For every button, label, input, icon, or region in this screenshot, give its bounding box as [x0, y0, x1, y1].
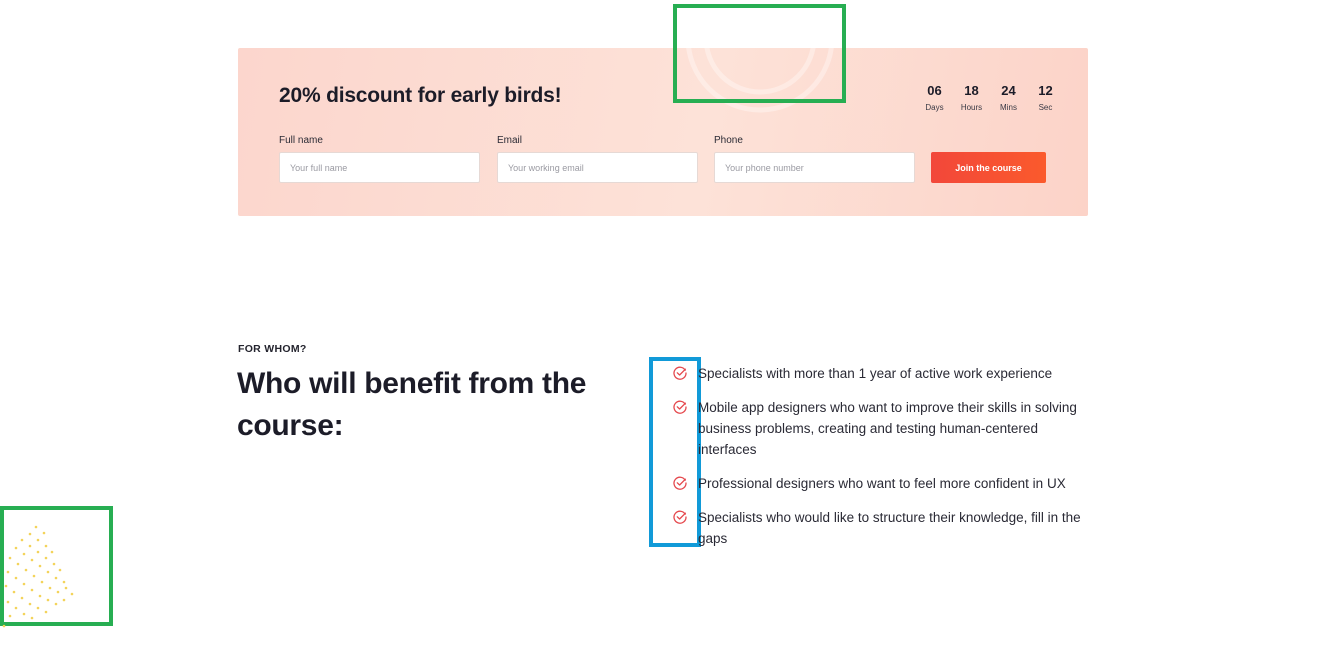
countdown-days-label: Days: [925, 103, 944, 112]
list-item: Mobile app designers who want to improve…: [672, 397, 1092, 460]
countdown-days: 06 Days: [916, 83, 953, 113]
benefit-text: Professional designers who want to feel …: [698, 476, 1066, 491]
discount-card: 20% discount for early birds! 06 Days 18…: [238, 48, 1088, 216]
benefit-text: Mobile app designers who want to improve…: [698, 400, 1077, 457]
decorative-dot-pattern: [2, 525, 74, 628]
list-item: Specialists who would like to structure …: [672, 507, 1092, 549]
full-name-input[interactable]: [279, 152, 480, 183]
benefit-text: Specialists with more than 1 year of act…: [698, 366, 1053, 381]
phone-input[interactable]: [714, 152, 915, 183]
join-course-button[interactable]: Join the course: [931, 152, 1046, 183]
benefit-text: Specialists who would like to structure …: [698, 510, 1081, 546]
section-title: Who will benefit from the course:: [237, 367, 587, 442]
section-eyebrow: FOR WHOM?: [238, 343, 307, 355]
list-item: Professional designers who want to feel …: [672, 473, 1092, 494]
countdown-mins-value: 24: [1001, 83, 1016, 98]
countdown-mins: 24 Mins: [990, 83, 1027, 113]
email-label: Email: [497, 135, 523, 146]
check-circle-icon: [673, 476, 687, 490]
discount-title: 20% discount for early birds!: [279, 84, 562, 107]
phone-label: Phone: [714, 135, 743, 146]
countdown-hours-label: Hours: [960, 103, 983, 112]
full-name-label: Full name: [279, 135, 323, 146]
countdown-hours-value: 18: [964, 83, 979, 98]
check-circle-icon: [673, 400, 687, 414]
email-input[interactable]: [497, 152, 698, 183]
countdown-secs-label: Sec: [1038, 103, 1053, 112]
list-item: Specialists with more than 1 year of act…: [672, 363, 1092, 384]
countdown-secs-value: 12: [1038, 83, 1053, 98]
benefits-list: Specialists with more than 1 year of act…: [672, 363, 1092, 562]
countdown-timer: 06 Days 18 Hours 24 Mins 12 Sec: [916, 83, 1064, 113]
decorative-arcs: [686, 48, 834, 113]
countdown-secs: 12 Sec: [1027, 83, 1064, 113]
check-circle-icon: [673, 510, 687, 524]
countdown-days-value: 06: [927, 83, 942, 98]
countdown-hours: 18 Hours: [953, 83, 990, 113]
countdown-mins-label: Mins: [1000, 103, 1017, 112]
check-circle-icon: [673, 366, 687, 380]
